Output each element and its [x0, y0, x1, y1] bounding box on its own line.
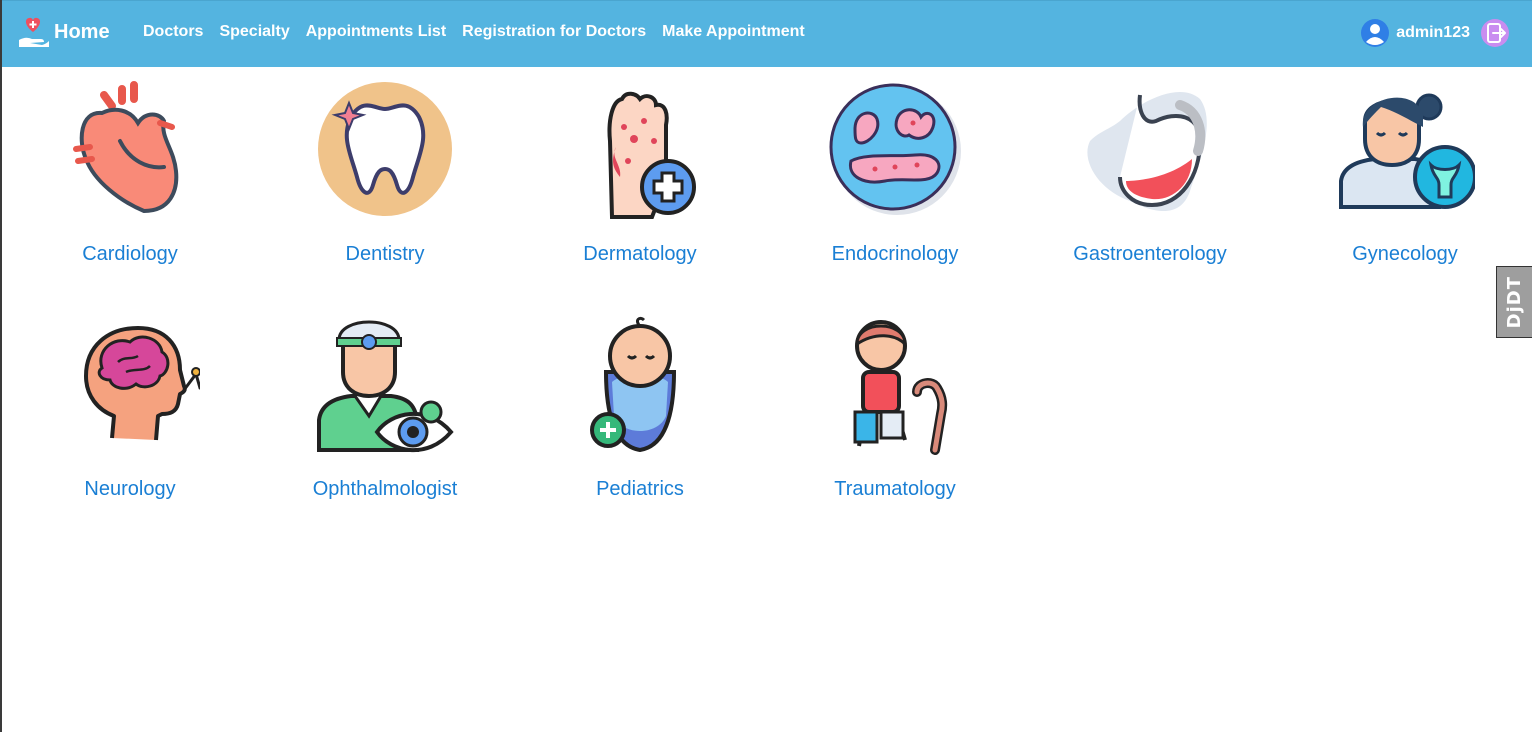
specialty-card-dermatology[interactable]: Dermatology: [530, 81, 750, 266]
eye-doctor-icon: [317, 320, 454, 452]
specialty-card-endocrinology[interactable]: Endocrinology: [785, 81, 1005, 266]
specialty-label: Pediatrics: [596, 478, 684, 500]
specialty-label: Endocrinology: [831, 243, 959, 265]
specialty-label: Cardiology: [82, 243, 178, 265]
nav-make-appointment[interactable]: Make Appointment: [662, 23, 805, 41]
username[interactable]: admin123: [1396, 24, 1470, 42]
stomach-icon: [1087, 91, 1207, 211]
specialty-card-pediatrics[interactable]: Pediatrics: [530, 316, 750, 501]
specialty-card-gastroenterology[interactable]: Gastroenterology: [1040, 81, 1260, 266]
tooth-icon: [318, 82, 452, 216]
brain-head-icon: [84, 326, 200, 441]
top-navbar: Home Doctors Specialty Appointments List…: [2, 0, 1532, 67]
specialty-label: Traumatology: [834, 478, 956, 500]
window-edge: [0, 0, 2, 732]
specialty-card-dentistry[interactable]: Dentistry: [275, 81, 495, 266]
nav-doctors[interactable]: Doctors: [143, 23, 203, 41]
logout-icon[interactable]: [1480, 18, 1510, 48]
specialty-card-ophthalmologist[interactable]: Ophthalmologist: [275, 316, 495, 501]
specialty-card-gynecology[interactable]: Gynecology: [1295, 81, 1515, 266]
home-label: Home: [54, 20, 110, 43]
specialty-label: Dentistry: [345, 243, 425, 265]
baby-icon: [590, 316, 677, 453]
specialty-label: Ophthalmologist: [312, 478, 458, 500]
user-area: admin123: [1360, 18, 1510, 48]
specialty-card-traumatology[interactable]: Traumatology: [785, 316, 1005, 501]
specialty-label: Dermatology: [583, 243, 697, 265]
thyroid-icon: [829, 83, 961, 215]
user-avatar-icon[interactable]: [1360, 18, 1390, 48]
gynecologist-icon: [1339, 93, 1475, 209]
debug-toolbar-handle[interactable]: DjDT: [1496, 266, 1532, 338]
debug-toolbar-label: DjDT: [1504, 275, 1525, 329]
specialty-label: Neurology: [84, 478, 176, 500]
specialty-card-cardiology[interactable]: Cardiology: [20, 81, 240, 266]
nav-links: Doctors Specialty Appointments List Regi…: [143, 23, 821, 41]
specialty-card-neurology[interactable]: Neurology: [20, 316, 240, 501]
home-link[interactable]: Home: [16, 12, 110, 52]
medical-hand-heart-icon: [19, 17, 49, 47]
specialty-label: Gynecology: [1352, 243, 1458, 265]
heart-icon: [73, 81, 179, 214]
injured-person-icon: [853, 320, 948, 455]
nav-registration-for-doctors[interactable]: Registration for Doctors: [462, 23, 646, 41]
nav-appointments-list[interactable]: Appointments List: [306, 23, 446, 41]
specialty-label: Gastroenterology: [1073, 243, 1227, 265]
nav-specialty[interactable]: Specialty: [219, 23, 289, 41]
skin-hand-icon: [607, 91, 696, 219]
